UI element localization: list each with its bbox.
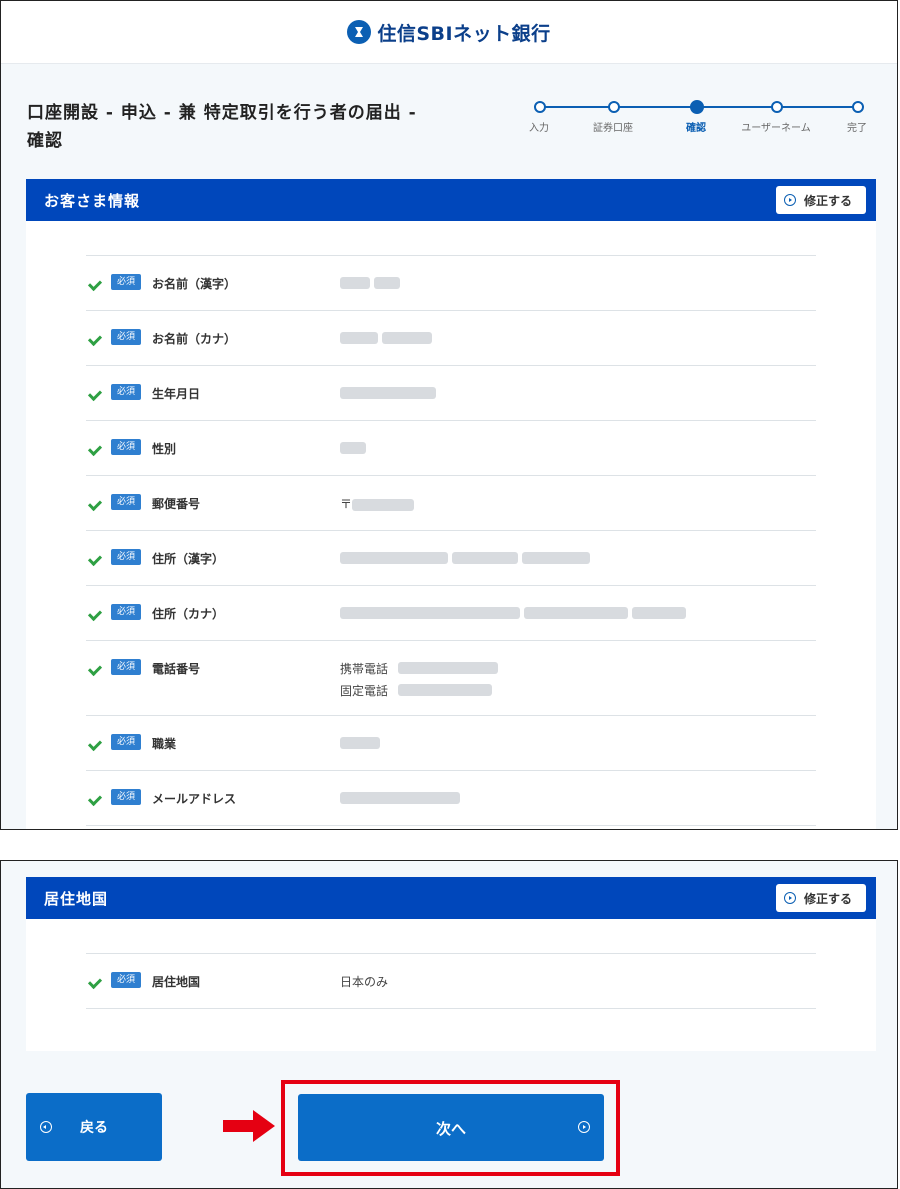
field-label: 職業 xyxy=(152,737,177,751)
field-label: 生年月日 xyxy=(152,387,201,401)
edit-customer-info-button[interactable]: 修正する xyxy=(775,186,866,214)
field-value: 日本のみ xyxy=(340,975,389,989)
check-icon xyxy=(87,661,103,677)
screenshot-top: 住信SBIネット銀行 口座開設 - 申込 - 兼 特定取引を行う者の届出 - 確… xyxy=(0,0,898,830)
field-value-redacted xyxy=(340,550,590,564)
edit-button-label: 修正する xyxy=(803,193,852,208)
site-header: 住信SBIネット銀行 xyxy=(1,1,897,64)
field-value-redacted xyxy=(340,440,366,454)
brand-logo[interactable]: 住信SBIネット銀行 xyxy=(347,19,550,46)
field-value-redacted xyxy=(340,735,380,749)
customer-info-panel: お客さま情報 修正する 必須 お名前（漢字） 必須 お名前（カナ） 必須 生年月… xyxy=(26,179,876,829)
required-badge: 必須 xyxy=(111,604,141,620)
edit-residence-button[interactable]: 修正する xyxy=(775,884,866,912)
required-badge: 必須 xyxy=(111,384,141,400)
field-label: 居住地国 xyxy=(152,975,201,989)
next-button-label: 次へ xyxy=(435,1120,466,1138)
field-row-birthdate: 必須 生年月日 xyxy=(86,366,816,421)
back-button[interactable]: 戻る xyxy=(26,1093,162,1161)
check-icon xyxy=(87,551,103,567)
check-icon xyxy=(87,386,103,402)
field-label: お名前（カナ） xyxy=(152,332,237,346)
arrow-circle-right-icon xyxy=(578,1121,590,1133)
panel-title: お客さま情報 xyxy=(44,191,141,210)
required-badge: 必須 xyxy=(111,494,141,510)
required-badge: 必須 xyxy=(111,439,141,455)
required-badge: 必須 xyxy=(111,734,141,750)
arrow-circle-right-icon xyxy=(783,194,796,206)
field-value-postal: 〒 xyxy=(340,495,415,512)
edit-button-label: 修正する xyxy=(803,891,852,906)
required-badge: 必須 xyxy=(111,329,141,345)
next-button[interactable]: 次へ xyxy=(298,1094,604,1161)
required-badge: 必須 xyxy=(111,659,141,675)
brand-name: 住信SBIネット銀行 xyxy=(377,22,551,45)
phone-values: 携帯電話 固定電話 xyxy=(340,657,498,701)
landline-phone-line: 固定電話 xyxy=(340,679,498,701)
screenshot-bottom: 居住地国 修正する 必須 居住地国 日本のみ 戻る 次へ xyxy=(0,860,898,1189)
mobile-phone-label: 携帯電話 xyxy=(340,661,389,676)
field-label: 住所（漢字） xyxy=(152,552,225,566)
field-row-name-kanji: 必須 お名前（漢字） xyxy=(86,256,816,311)
arrow-circle-left-icon xyxy=(40,1121,52,1133)
field-value-redacted xyxy=(340,605,686,619)
field-label: メールアドレス xyxy=(152,792,237,806)
check-icon xyxy=(87,791,103,807)
check-icon xyxy=(87,496,103,512)
check-icon xyxy=(87,974,103,990)
mobile-phone-line: 携帯電話 xyxy=(340,657,498,679)
check-icon xyxy=(87,331,103,347)
check-icon xyxy=(87,276,103,292)
check-icon xyxy=(87,606,103,622)
field-label: 性別 xyxy=(152,442,177,456)
page-title: 口座開設 - 申込 - 兼 特定取引を行う者の届出 - 確認 xyxy=(27,103,417,151)
required-badge: 必須 xyxy=(111,789,141,805)
required-badge: 必須 xyxy=(111,549,141,565)
check-icon xyxy=(87,441,103,457)
residence-panel: 居住地国 修正する 必須 居住地国 日本のみ xyxy=(26,877,876,1051)
field-value-redacted xyxy=(340,330,432,344)
required-badge: 必須 xyxy=(111,274,141,290)
field-row-postal-code: 必須 郵便番号 〒 xyxy=(86,476,816,531)
field-value-redacted xyxy=(340,790,460,804)
arrow-circle-right-icon xyxy=(783,892,796,904)
postal-mark: 〒 xyxy=(340,497,353,511)
residence-list: 必須 居住地国 日本のみ xyxy=(86,953,816,1009)
field-row-address-kanji: 必須 住所（漢字） xyxy=(86,531,816,586)
customer-info-header: お客さま情報 修正する xyxy=(26,179,876,221)
field-row-residence-country: 必須 居住地国 日本のみ xyxy=(86,954,816,1009)
field-label: お名前（漢字） xyxy=(152,277,237,291)
red-arrow-icon xyxy=(223,1110,275,1142)
field-value-redacted xyxy=(340,275,400,289)
field-row-phone: 必須 電話番号 携帯電話 固定電話 xyxy=(86,641,816,716)
field-row-occupation: 必須 職業 xyxy=(86,716,816,771)
field-label: 郵便番号 xyxy=(152,497,201,511)
field-label: 住所（カナ） xyxy=(152,607,225,621)
required-badge: 必須 xyxy=(111,972,141,988)
field-row-email: 必須 メールアドレス xyxy=(86,771,816,826)
landline-phone-label: 固定電話 xyxy=(340,683,389,698)
check-icon xyxy=(87,736,103,752)
field-label: 電話番号 xyxy=(152,662,201,676)
field-row-gender: 必須 性別 xyxy=(86,421,816,476)
progress-stepper: 入力 証券口座 確認 ユーザーネーム 完了 xyxy=(529,100,867,141)
back-button-label: 戻る xyxy=(80,1120,108,1136)
field-row-address-kana: 必須 住所（カナ） xyxy=(86,586,816,641)
panel-title: 居住地国 xyxy=(44,889,109,908)
field-row-name-kana: 必須 お名前（カナ） xyxy=(86,311,816,366)
customer-info-list: 必須 お名前（漢字） 必須 お名前（カナ） 必須 生年月日 必須 性別 必須 郵… xyxy=(86,255,816,826)
residence-header: 居住地国 修正する xyxy=(26,877,876,919)
brand-mark-icon xyxy=(347,20,372,44)
field-value-redacted xyxy=(340,385,436,399)
